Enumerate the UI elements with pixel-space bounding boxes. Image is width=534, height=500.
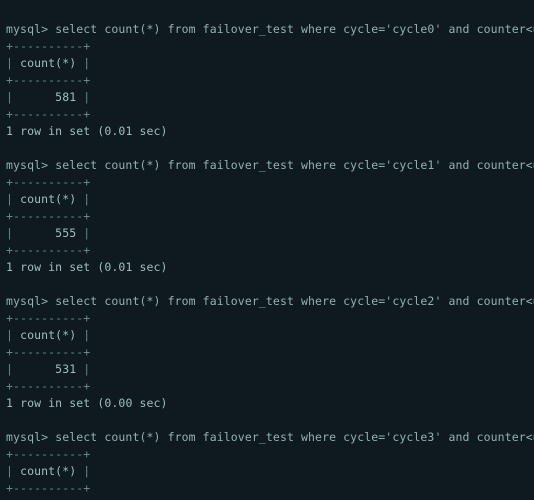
result-value: 555 bbox=[55, 226, 76, 240]
query-block: mysql> select count(*) from failover_tes… bbox=[6, 157, 528, 276]
table-border: | bbox=[6, 362, 55, 376]
query-block: mysql> select count(*) from failover_tes… bbox=[6, 429, 528, 500]
row-status: 1 row in set (0.00 sec) bbox=[6, 396, 168, 410]
table-border: | bbox=[76, 464, 90, 478]
sql-query: select count(*) from failover_test where… bbox=[55, 158, 534, 172]
terminal-output: mysql> select count(*) from failover_tes… bbox=[0, 0, 534, 500]
table-border: +----------+ bbox=[6, 379, 90, 393]
result-value: 531 bbox=[55, 362, 76, 376]
table-border: | bbox=[76, 90, 90, 104]
table-border: +----------+ bbox=[6, 447, 90, 461]
row-status: 1 row in set (0.01 sec) bbox=[6, 260, 168, 274]
table-border: +----------+ bbox=[6, 107, 90, 121]
table-border: +----------+ bbox=[6, 243, 90, 257]
result-value: 581 bbox=[55, 90, 76, 104]
mysql-prompt: mysql> bbox=[6, 22, 48, 36]
table-border: +----------+ bbox=[6, 73, 90, 87]
row-status: 1 row in set (0.01 sec) bbox=[6, 124, 168, 138]
column-header: count(*) bbox=[20, 464, 76, 478]
table-border: | bbox=[76, 226, 90, 240]
sql-query: select count(*) from failover_test where… bbox=[55, 294, 534, 308]
table-border: +----------+ bbox=[6, 345, 90, 359]
table-border: | bbox=[6, 464, 20, 478]
table-border: | bbox=[6, 56, 20, 70]
table-border: | bbox=[6, 226, 55, 240]
table-border: | bbox=[76, 192, 90, 206]
query-block: mysql> select count(*) from failover_tes… bbox=[6, 293, 528, 412]
query-block: mysql> select count(*) from failover_tes… bbox=[6, 21, 528, 140]
table-border: +----------+ bbox=[6, 481, 90, 495]
table-border: | bbox=[6, 192, 20, 206]
column-header: count(*) bbox=[20, 328, 76, 342]
table-border: | bbox=[76, 328, 90, 342]
sql-query: select count(*) from failover_test where… bbox=[55, 22, 534, 36]
table-border: | bbox=[6, 90, 55, 104]
table-border: +----------+ bbox=[6, 39, 90, 53]
sql-query: select count(*) from failover_test where… bbox=[55, 430, 534, 444]
table-border: +----------+ bbox=[6, 175, 90, 189]
mysql-prompt: mysql> bbox=[6, 158, 48, 172]
table-border: | bbox=[76, 56, 90, 70]
column-header: count(*) bbox=[20, 56, 76, 70]
table-border: | bbox=[76, 362, 90, 376]
table-border: | bbox=[6, 328, 20, 342]
table-border: +----------+ bbox=[6, 311, 90, 325]
mysql-prompt: mysql> bbox=[6, 294, 48, 308]
mysql-prompt: mysql> bbox=[6, 430, 48, 444]
table-border: +----------+ bbox=[6, 209, 90, 223]
column-header: count(*) bbox=[20, 192, 76, 206]
